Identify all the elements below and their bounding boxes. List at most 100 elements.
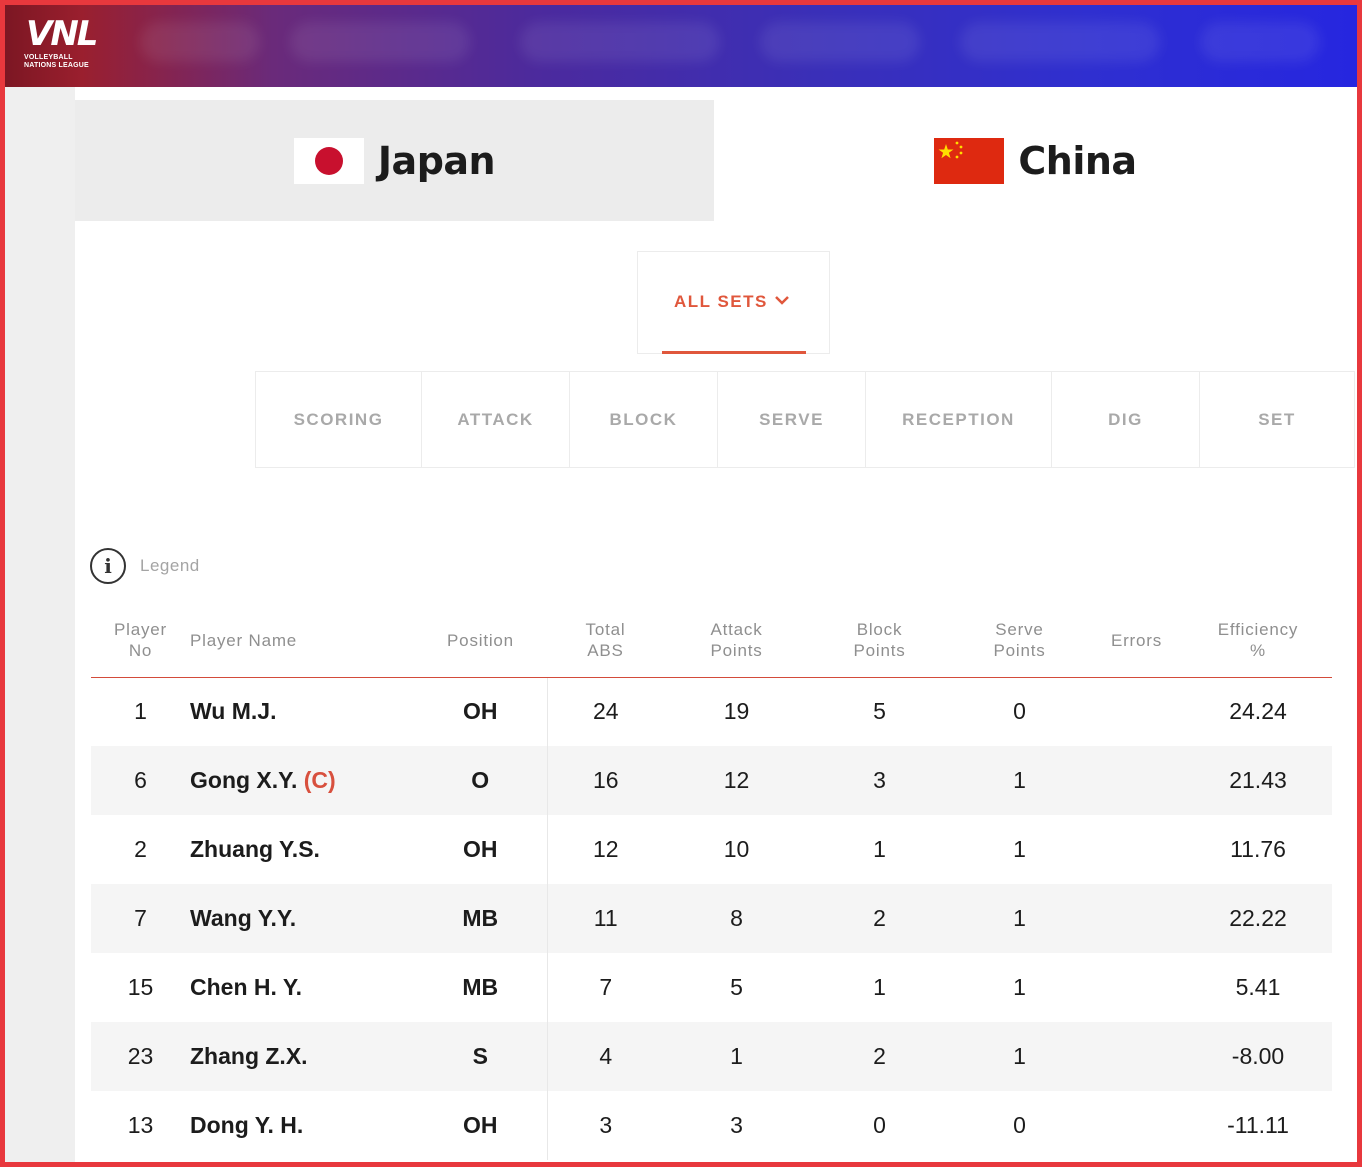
cell-serve-points: 1 (950, 884, 1089, 953)
team-name-china: China (1018, 138, 1137, 183)
cell-block-points: 1 (873, 974, 886, 1000)
player-position: S (414, 1022, 548, 1091)
cell-block-points: 5 (873, 698, 886, 725)
col-header-serve-points[interactable]: Serve Points (950, 604, 1089, 678)
col-header-player-name[interactable]: Player Name (190, 604, 414, 678)
cell-total-abs: 24 (592, 698, 619, 725)
banner-blurred-item (290, 22, 470, 62)
player-position: MB (414, 953, 548, 1022)
cell-attack-points: 19 (723, 698, 750, 725)
team-name-japan: Japan (377, 138, 496, 183)
player-name[interactable]: Dong Y. H. (190, 1091, 414, 1160)
player-name[interactable]: Wu M.J. (190, 677, 414, 746)
chevron-down-icon (775, 296, 789, 305)
banner-blurred-item (520, 22, 720, 62)
col-header-total-abs[interactable]: Total ABS (547, 604, 664, 678)
tab-set[interactable]: SET (1199, 371, 1355, 468)
top-banner: VNL VOLLEYBALL NATIONS LEAGUE (0, 0, 1362, 87)
cell-block-points: 0 (873, 1112, 886, 1138)
player-no: 2 (134, 836, 147, 862)
japan-flag-icon (293, 137, 364, 184)
cell-total-abs: 3 (599, 1112, 613, 1138)
player-position: OH (414, 1091, 548, 1160)
cell-efficiency: -8.00 (1184, 1022, 1332, 1091)
player-no: 23 (91, 1022, 190, 1091)
table-row: 13 Dong Y. H. OH 3 3 0 0 -11.11 (91, 1091, 1332, 1160)
logo-text: VNL (26, 14, 98, 54)
player-no: 1 (134, 698, 147, 725)
table-row: 2 Zhuang Y.S. OH 12 10 1 1 11.76 (91, 815, 1332, 884)
sets-filter-label: ALL SETS (674, 292, 768, 311)
left-gutter (5, 87, 75, 1162)
cell-attack-points: 12 (664, 746, 809, 815)
tab-attack[interactable]: ATTACK (421, 371, 570, 468)
table-row: 7 Wang Y.Y. MB 11 8 2 1 22.22 (91, 884, 1332, 953)
cell-attack-points: 8 (664, 884, 809, 953)
cell-efficiency: 22.22 (1184, 884, 1332, 953)
player-no: 13 (127, 1112, 154, 1138)
cell-total-abs: 11 (547, 884, 664, 953)
table-row: 15 Chen H. Y. MB 7 5 1 1 5.41 (91, 953, 1332, 1022)
player-position: MB (414, 884, 548, 953)
legend-toggle[interactable]: i Legend (90, 548, 200, 584)
cell-errors (1089, 815, 1184, 884)
china-flag-field (934, 137, 1005, 184)
col-header-block-points[interactable]: Block Points (809, 604, 950, 678)
tab-block[interactable]: BLOCK (569, 371, 718, 468)
china-flag-icon (934, 137, 1005, 184)
tab-dig[interactable]: DIG (1051, 371, 1200, 468)
col-header-attack-points[interactable]: Attack Points (664, 604, 809, 678)
cell-total-abs: 12 (592, 836, 619, 862)
cell-errors (1089, 677, 1184, 746)
table-header-row: Player No Player Name Position Total ABS A… (91, 604, 1332, 678)
tab-reception[interactable]: RECEPTION (865, 371, 1052, 468)
cell-serve-points: 1 (1013, 974, 1026, 1000)
cell-total-abs: 16 (547, 746, 664, 815)
cell-efficiency: 21.43 (1184, 746, 1332, 815)
sets-filter-dropdown[interactable]: ALL SETS (637, 251, 830, 354)
team-tab-japan[interactable]: Japan (75, 100, 714, 221)
japan-flag-disc (314, 146, 343, 175)
cell-serve-points: 1 (950, 1022, 1089, 1091)
cell-serve-points: 0 (1013, 698, 1026, 725)
cell-total-abs: 4 (547, 1022, 664, 1091)
col-header-errors[interactable]: Errors (1089, 604, 1184, 678)
cell-serve-points: 0 (1013, 1112, 1026, 1138)
col-header-position[interactable]: Position (414, 604, 547, 678)
cell-block-points: 2 (809, 884, 950, 953)
cell-total-abs: 7 (599, 974, 613, 1000)
cell-errors (1089, 1022, 1184, 1091)
player-no: 15 (127, 974, 154, 1000)
cell-efficiency: 5.41 (1235, 974, 1281, 1000)
vnl-logo[interactable]: VNL VOLLEYBALL NATIONS LEAGUE (24, 14, 98, 76)
col-header-efficiency[interactable]: Efficiency% (1184, 604, 1332, 678)
banner-blurred-item (760, 22, 920, 62)
info-icon: i (90, 548, 126, 584)
cell-attack-points: 3 (730, 1112, 743, 1138)
cell-block-points: 1 (873, 836, 886, 862)
legend-label: Legend (140, 556, 200, 575)
player-name[interactable]: Chen H. Y. (190, 953, 414, 1022)
tab-serve[interactable]: SERVE (717, 371, 866, 468)
player-name[interactable]: Wang Y.Y. (190, 884, 414, 953)
cell-serve-points: 1 (950, 746, 1089, 815)
cell-efficiency: 11.76 (1230, 836, 1286, 862)
cell-efficiency: -11.11 (1227, 1112, 1289, 1138)
player-name[interactable]: Zhang Z.X. (190, 1022, 414, 1091)
banner-blurred-item (960, 22, 1160, 62)
player-position: OH (414, 815, 548, 884)
cell-block-points: 2 (809, 1022, 950, 1091)
sets-filter-underline (662, 351, 806, 354)
player-no: 6 (91, 746, 190, 815)
cell-errors (1089, 746, 1184, 815)
cell-serve-points: 1 (1013, 836, 1026, 862)
tab-scoring[interactable]: SCORING (255, 371, 422, 468)
col-header-player-no[interactable]: Player No (91, 604, 190, 678)
player-stats-table: Player No Player Name Position Total ABS A… (91, 604, 1332, 1160)
player-name[interactable]: Gong X.Y. (C) (190, 746, 414, 815)
captain-badge: (C) (303, 767, 336, 793)
logo-subtitle: VOLLEYBALL NATIONS LEAGUE (24, 54, 89, 69)
team-tab-china[interactable]: China (714, 100, 1357, 221)
stat-category-tabs: SCORING ATTACK BLOCK SERVE RECEPTION DIG… (255, 371, 1355, 468)
player-name[interactable]: Zhuang Y.S. (190, 815, 414, 884)
